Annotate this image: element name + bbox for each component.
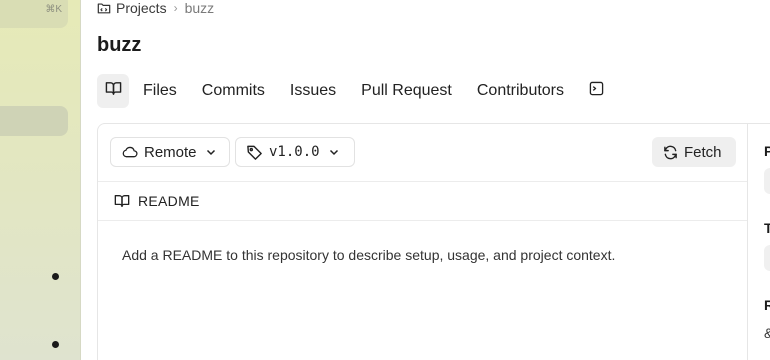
tab-readme[interactable] <box>97 74 129 108</box>
right-panel-field[interactable] <box>764 245 770 271</box>
fetch-button[interactable]: Fetch <box>652 137 736 167</box>
repo-tabs: Files Commits Issues Pull Request Contri… <box>97 74 604 108</box>
breadcrumb-projects-link[interactable]: Projects <box>116 0 167 16</box>
breadcrumb: Projects › buzz <box>97 0 214 16</box>
folder-code-icon <box>97 1 111 15</box>
tag-label: v1.0.0 <box>269 144 320 160</box>
sidebar-status-dot <box>52 341 59 348</box>
book-open-icon <box>105 80 122 102</box>
repo-panel: Remote v1.0.0 Fetch README Add a README … <box>97 123 770 360</box>
readme-empty-message: Add a README to this repository to descr… <box>122 247 616 263</box>
terminal-icon <box>589 81 604 101</box>
tag-dropdown[interactable]: v1.0.0 <box>235 137 355 167</box>
right-panel-heading: R <box>764 297 770 313</box>
shortcut-hint: ⌘K <box>45 4 62 15</box>
main-content: Projects › buzz buzz Files Commits Issue… <box>81 0 770 360</box>
right-panel-heading: P <box>764 143 770 159</box>
sidebar-active-item[interactable] <box>0 106 68 136</box>
chevron-down-icon <box>205 146 217 158</box>
page-title: buzz <box>97 34 142 56</box>
breadcrumb-current: buzz <box>184 0 215 16</box>
remote-dropdown[interactable]: Remote <box>110 137 230 167</box>
chevron-down-icon <box>328 146 340 158</box>
chevron-right-icon: › <box>173 1 178 15</box>
fetch-label: Fetch <box>684 143 722 161</box>
right-panel-heading: T <box>764 220 770 236</box>
right-panel-field[interactable] <box>764 168 770 194</box>
tab-contributors[interactable]: Contributors <box>477 74 564 108</box>
sidebar-search[interactable]: ⌘K <box>0 0 68 28</box>
remote-label: Remote <box>144 143 197 161</box>
right-panel-item: & <box>764 325 770 341</box>
tab-pull-request[interactable]: Pull Request <box>361 74 452 108</box>
book-open-icon <box>114 193 130 209</box>
readme-title: README <box>138 193 200 209</box>
sidebar-status-dot <box>52 273 59 280</box>
sidebar: ⌘K <box>0 0 81 360</box>
refresh-icon <box>663 145 678 160</box>
tab-terminal[interactable] <box>589 74 604 108</box>
tab-commits[interactable]: Commits <box>202 74 265 108</box>
repo-sidebar-panel: P T R & <box>748 124 770 360</box>
tab-files[interactable]: Files <box>143 74 177 108</box>
repo-toolbar: Remote v1.0.0 Fetch <box>98 124 770 182</box>
tab-issues[interactable]: Issues <box>290 74 336 108</box>
cloud-icon <box>121 145 138 159</box>
readme-header: README <box>98 182 770 221</box>
tag-icon <box>246 144 263 161</box>
